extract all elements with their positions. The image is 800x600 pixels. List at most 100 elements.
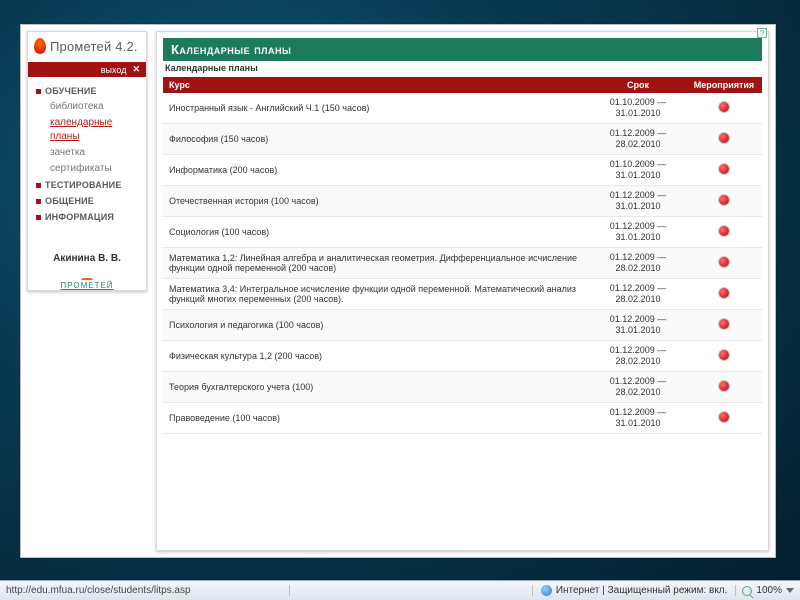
cell-term: 01.12.2009 —31.01.2010 — [590, 403, 686, 434]
nav-sub-certificates[interactable]: сертификаты — [36, 161, 142, 177]
status-url: http://edu.mfua.ru/close/students/litps.… — [0, 585, 290, 596]
cell-actions — [686, 403, 762, 434]
bullet-icon — [36, 199, 41, 204]
table-row: Математика 3,4: Интегральное исчисление … — [163, 279, 762, 310]
nav-section-information[interactable]: ИНФОРМАЦИЯ — [36, 209, 142, 225]
table-row: Правоведение (100 часов)01.12.2009 —31.0… — [163, 403, 762, 434]
brand-logo: Прометей 4.2. — [28, 32, 146, 62]
cell-course: Философия (150 часов) — [163, 124, 590, 155]
page-subtitle: Календарные планы — [165, 63, 762, 73]
record-icon[interactable] — [719, 350, 729, 360]
bullet-icon — [36, 183, 41, 188]
record-icon[interactable] — [719, 102, 729, 112]
help-icon[interactable]: ? — [757, 28, 767, 38]
table-row: Физическая культура 1,2 (200 часов)01.12… — [163, 341, 762, 372]
nav-label: ИНФОРМАЦИЯ — [45, 210, 114, 224]
cell-course: Математика 3,4: Интегральное исчисление … — [163, 279, 590, 310]
browser-status-bar: http://edu.mfua.ru/close/students/litps.… — [0, 580, 800, 600]
cell-term: 01.10.2009 —31.01.2010 — [590, 93, 686, 124]
cell-actions — [686, 248, 762, 279]
record-icon[interactable] — [719, 133, 729, 143]
cell-term: 01.12.2009 —28.02.2010 — [590, 341, 686, 372]
status-zone-text: Интернет | Защищенный режим: вкл. — [556, 585, 728, 596]
nav-label: ТЕСТИРОВАНИЕ — [45, 178, 122, 192]
table-header-row: Курс Срок Мероприятия — [163, 77, 762, 93]
record-icon[interactable] — [719, 257, 729, 267]
cell-course: Социология (100 часов) — [163, 217, 590, 248]
cell-course: Отечественная история (100 часов) — [163, 186, 590, 217]
exit-button[interactable]: выход ✕ — [28, 62, 146, 77]
sidebar: Прометей 4.2. выход ✕ ОБУЧЕНИЕ библиотек… — [27, 31, 147, 291]
record-icon[interactable] — [719, 288, 729, 298]
cell-course: Теория бухгалтерского учета (100) — [163, 372, 590, 403]
app-window: Прометей 4.2. выход ✕ ОБУЧЕНИЕ библиотек… — [20, 24, 776, 558]
viewport: Прометей 4.2. выход ✕ ОБУЧЕНИЕ библиотек… — [0, 0, 800, 600]
close-icon: ✕ — [132, 64, 140, 75]
bullet-icon — [36, 89, 41, 94]
record-icon[interactable] — [719, 412, 729, 422]
cell-actions — [686, 155, 762, 186]
record-icon[interactable] — [719, 164, 729, 174]
cell-course: Психология и педагогика (100 часов) — [163, 310, 590, 341]
table-row: Философия (150 часов)01.12.2009 —28.02.2… — [163, 124, 762, 155]
footer-flame-icon — [81, 278, 93, 280]
brand-text: Прометей 4.2. — [50, 39, 138, 54]
flame-icon — [34, 38, 46, 54]
col-course[interactable]: Курс — [163, 77, 590, 93]
table-row: Иностранный язык - Английский Ч.1 (150 ч… — [163, 93, 762, 124]
cell-term: 01.12.2009 —31.01.2010 — [590, 310, 686, 341]
nav-section-testing[interactable]: ТЕСТИРОВАНИЕ — [36, 177, 142, 193]
cell-actions — [686, 341, 762, 372]
bullet-icon — [36, 215, 41, 220]
nav-sub-label: сертификаты — [50, 162, 112, 176]
chevron-down-icon — [786, 588, 794, 593]
nav-sub-library[interactable]: библиотека — [36, 99, 142, 115]
cell-actions — [686, 93, 762, 124]
content-panel: ? Календарные планы Календарные планы Ку… — [156, 31, 769, 551]
nav-sub-gradebook[interactable]: зачетка — [36, 145, 142, 161]
cell-term: 01.12.2009 —28.02.2010 — [590, 124, 686, 155]
brand-name: Прометей — [50, 39, 111, 54]
footer-brand-link[interactable]: ПРОМЕТЕЙ — [28, 281, 146, 290]
cell-actions — [686, 217, 762, 248]
brand-version: 4.2. — [115, 39, 137, 54]
cell-term: 01.12.2009 —28.02.2010 — [590, 279, 686, 310]
cell-actions — [686, 279, 762, 310]
nav-sub-label: зачетка — [50, 146, 85, 160]
cell-actions — [686, 372, 762, 403]
cell-course: Правоведение (100 часов) — [163, 403, 590, 434]
cell-actions — [686, 310, 762, 341]
cell-term: 01.12.2009 —28.02.2010 — [590, 248, 686, 279]
record-icon[interactable] — [719, 195, 729, 205]
nav-section-communication[interactable]: ОБЩЕНИЕ — [36, 193, 142, 209]
zoom-value: 100% — [756, 585, 782, 596]
cell-term: 01.12.2009 —31.01.2010 — [590, 217, 686, 248]
current-user: Акинина В. В. — [28, 253, 146, 264]
cell-course: Информатика (200 часов) — [163, 155, 590, 186]
nav-section-learning[interactable]: ОБУЧЕНИЕ — [36, 83, 142, 99]
table-row: Психология и педагогика (100 часов)01.12… — [163, 310, 762, 341]
cell-course: Физическая культура 1,2 (200 часов) — [163, 341, 590, 372]
cell-course: Иностранный язык - Английский Ч.1 (150 ч… — [163, 93, 590, 124]
magnifier-icon — [742, 586, 752, 596]
nav-sub-calendar-plans[interactable]: календарные планы — [36, 115, 142, 145]
table-row: Математика 1,2: Линейная алгебра и анали… — [163, 248, 762, 279]
exit-label: выход — [101, 65, 127, 75]
sidebar-nav: ОБУЧЕНИЕ библиотека календарные планы за… — [28, 77, 146, 231]
col-actions[interactable]: Мероприятия — [686, 77, 762, 93]
record-icon[interactable] — [719, 226, 729, 236]
record-icon[interactable] — [719, 381, 729, 391]
nav-label: ОБЩЕНИЕ — [45, 194, 94, 208]
status-zone-section[interactable]: Интернет | Защищенный режим: вкл. — [532, 585, 736, 596]
col-term[interactable]: Срок — [590, 77, 686, 93]
table-row: Социология (100 часов)01.12.2009 —31.01.… — [163, 217, 762, 248]
record-icon[interactable] — [719, 319, 729, 329]
cell-term: 01.12.2009 —28.02.2010 — [590, 372, 686, 403]
nav-sub-label: библиотека — [50, 100, 104, 114]
status-zoom-section[interactable]: 100% — [735, 585, 800, 596]
table-row: Теория бухгалтерского учета (100)01.12.2… — [163, 372, 762, 403]
cell-actions — [686, 124, 762, 155]
globe-icon — [541, 585, 552, 596]
plans-table: Курс Срок Мероприятия Иностранный язык -… — [163, 77, 762, 434]
cell-course: Математика 1,2: Линейная алгебра и анали… — [163, 248, 590, 279]
